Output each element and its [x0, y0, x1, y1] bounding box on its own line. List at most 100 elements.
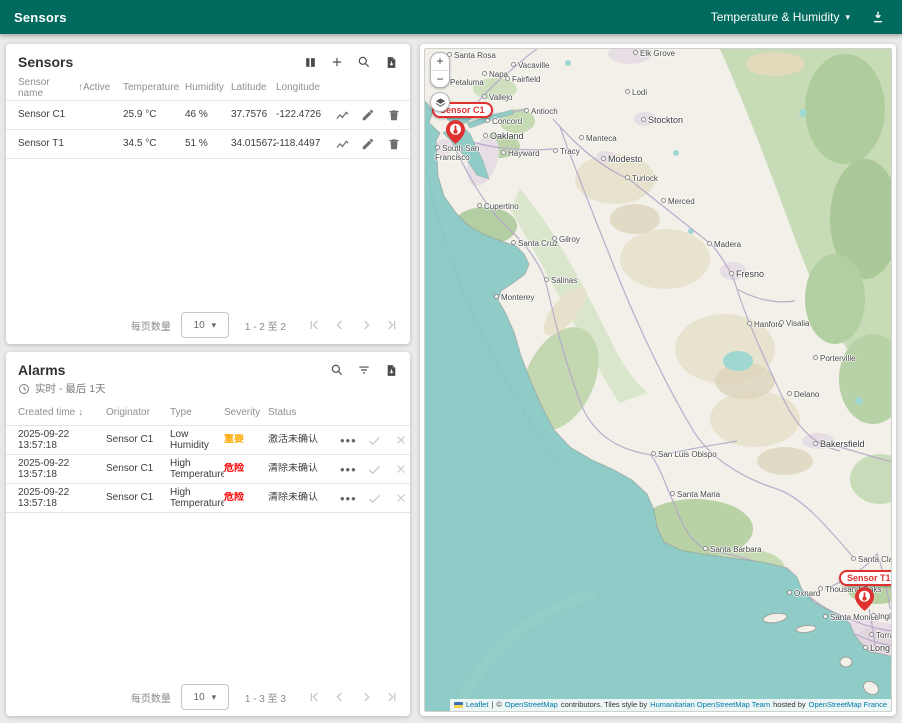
map-city-label: Vallejo	[482, 93, 512, 102]
timeseries-chart-icon[interactable]	[334, 136, 350, 152]
edit-icon[interactable]	[360, 136, 376, 152]
download-dashboard-button[interactable]	[868, 7, 888, 27]
prev-page-button[interactable]	[330, 687, 350, 707]
alarms-table-header: Created time ↓ Originator Type Severity …	[6, 400, 410, 426]
zoom-in-button[interactable]: +	[431, 53, 449, 70]
filter-icon[interactable]	[355, 361, 373, 379]
map-city-label: Madera	[707, 240, 741, 249]
map-city-label: Santa Barbara	[703, 545, 762, 554]
alarm-originator: Sensor C1	[106, 434, 170, 446]
col-sensor-name[interactable]: Sensor name ↑	[18, 77, 83, 99]
map-city-label: Salinas	[544, 276, 577, 285]
next-page-button[interactable]	[356, 687, 376, 707]
map-city-label: Santa Clarita	[851, 555, 892, 564]
file-download-icon	[871, 10, 885, 24]
map-city-label: Fresno	[729, 269, 764, 279]
more-actions-icon[interactable]: •••	[340, 462, 357, 477]
col-latitude[interactable]: Latitude	[231, 82, 276, 93]
search-icon[interactable]	[328, 361, 346, 379]
alarm-status: 激活未确认	[268, 434, 340, 446]
acknowledge-icon[interactable]	[367, 461, 383, 477]
map-layers-button[interactable]	[430, 92, 450, 112]
per-page-select[interactable]: 10 ▾	[181, 684, 229, 710]
more-actions-icon[interactable]: •••	[340, 433, 357, 448]
search-icon[interactable]	[355, 53, 373, 71]
map-city-label: Merced	[661, 197, 695, 206]
delete-icon[interactable]	[386, 136, 402, 152]
acknowledge-icon[interactable]	[367, 432, 383, 448]
edit-icon[interactable]	[360, 107, 376, 123]
entity-alias-select[interactable]: Temperature & Humidity ▾	[711, 10, 850, 24]
sensor-name: Sensor C1	[18, 109, 83, 121]
col-humidity[interactable]: Humidity	[185, 82, 231, 93]
first-page-button[interactable]	[304, 315, 324, 335]
last-page-button[interactable]	[382, 315, 402, 335]
col-active[interactable]: Active	[83, 82, 123, 93]
map-city-label: Fairfield	[505, 75, 540, 84]
acknowledge-icon[interactable]	[367, 490, 383, 506]
marker-tooltip-sensor-t1[interactable]: Sensor T1	[839, 570, 892, 586]
entity-alias-label: Temperature & Humidity	[711, 10, 840, 24]
table-row[interactable]: 2025-09-22 13:57:18 Sensor C1 High Tempe…	[6, 455, 410, 484]
map-city-label: Lodi	[625, 88, 647, 97]
prev-page-button[interactable]	[330, 315, 350, 335]
clear-alarm-icon[interactable]	[393, 432, 409, 448]
col-longitude[interactable]: Longitude	[276, 82, 334, 93]
map-city-label: Elk Grove	[633, 49, 675, 58]
more-actions-icon[interactable]: •••	[340, 491, 357, 506]
table-row[interactable]: 2025-09-22 13:57:18 Sensor C1 Low Humidi…	[6, 426, 410, 455]
timeseries-chart-icon[interactable]	[334, 107, 350, 123]
temperature-value: 34.5 °C	[123, 138, 185, 150]
osm-france-link[interactable]: OpenStreetMap France	[809, 700, 887, 709]
add-entity-button[interactable]	[328, 53, 346, 71]
alarm-created-time: 2025-09-22 13:57:18	[18, 458, 106, 481]
alarms-time-window[interactable]: 实时 - 最后 1天	[6, 379, 410, 400]
next-page-button[interactable]	[356, 315, 376, 335]
map-city-label: San Luis Obispo	[651, 450, 717, 459]
map-marker-sensor-t1[interactable]	[855, 587, 874, 616]
per-page-select[interactable]: 10 ▾	[181, 312, 229, 338]
map-marker-sensor-c1[interactable]	[446, 120, 465, 149]
export-icon[interactable]	[382, 53, 400, 71]
clear-alarm-icon[interactable]	[393, 461, 409, 477]
table-row[interactable]: Sensor T1 34.5 °C 51 % 34.015672 -118.44…	[6, 130, 410, 159]
per-page-label: 每页数量	[131, 690, 171, 705]
columns-icon[interactable]	[301, 53, 319, 71]
clock-icon	[18, 383, 30, 395]
alarm-severity: 危险	[224, 463, 268, 475]
map-city-label: Long Beach	[863, 643, 892, 653]
map-city-label: Santa Rosa	[447, 51, 496, 60]
leaflet-link[interactable]: Leaflet	[466, 700, 489, 709]
col-created-time[interactable]: Created time ↓	[18, 407, 106, 418]
export-icon[interactable]	[382, 361, 400, 379]
alarms-widget: Alarms 实时 - 最后 1天 Created time ↓ Origina…	[6, 352, 410, 716]
map-city-label: Turlock	[625, 174, 658, 183]
zoom-out-button[interactable]: −	[431, 70, 449, 88]
col-type[interactable]: Type	[170, 407, 224, 418]
page-title: Sensors	[14, 10, 67, 25]
sensor-name: Sensor T1	[18, 138, 83, 150]
delete-icon[interactable]	[386, 107, 402, 123]
clear-alarm-icon[interactable]	[393, 490, 409, 506]
last-page-button[interactable]	[382, 687, 402, 707]
map-city-label: Manteca	[579, 134, 617, 143]
map-city-label: Oakland	[483, 131, 524, 141]
humidity-value: 46 %	[185, 109, 231, 121]
alarm-status: 清除未确认	[268, 463, 340, 475]
table-row[interactable]: 2025-09-22 13:57:18 Sensor C1 High Tempe…	[6, 484, 410, 513]
first-page-button[interactable]	[304, 687, 324, 707]
chevron-down-icon: ▾	[212, 693, 217, 702]
col-severity[interactable]: Severity	[224, 407, 268, 418]
hot-link[interactable]: Humanitarian OpenStreetMap Team	[650, 700, 770, 709]
alarm-created-time: 2025-09-22 13:57:18	[18, 487, 106, 510]
leaflet-map[interactable]: Santa RosaElk GroveVacavilleNapaFairfiel…	[424, 48, 892, 712]
chevron-down-icon: ▾	[212, 321, 217, 330]
alarm-severity: 危险	[224, 492, 268, 504]
table-row[interactable]: Sensor C1 25.9 °C 46 % 37.7576 -122.4726	[6, 101, 410, 130]
col-originator[interactable]: Originator	[106, 407, 170, 418]
col-temperature[interactable]: Temperature	[123, 82, 185, 93]
col-status[interactable]: Status	[268, 407, 340, 418]
map-city-label: Hayward	[501, 149, 540, 158]
osm-link[interactable]: OpenStreetMap	[505, 700, 558, 709]
map-city-label: Antioch	[524, 107, 558, 116]
